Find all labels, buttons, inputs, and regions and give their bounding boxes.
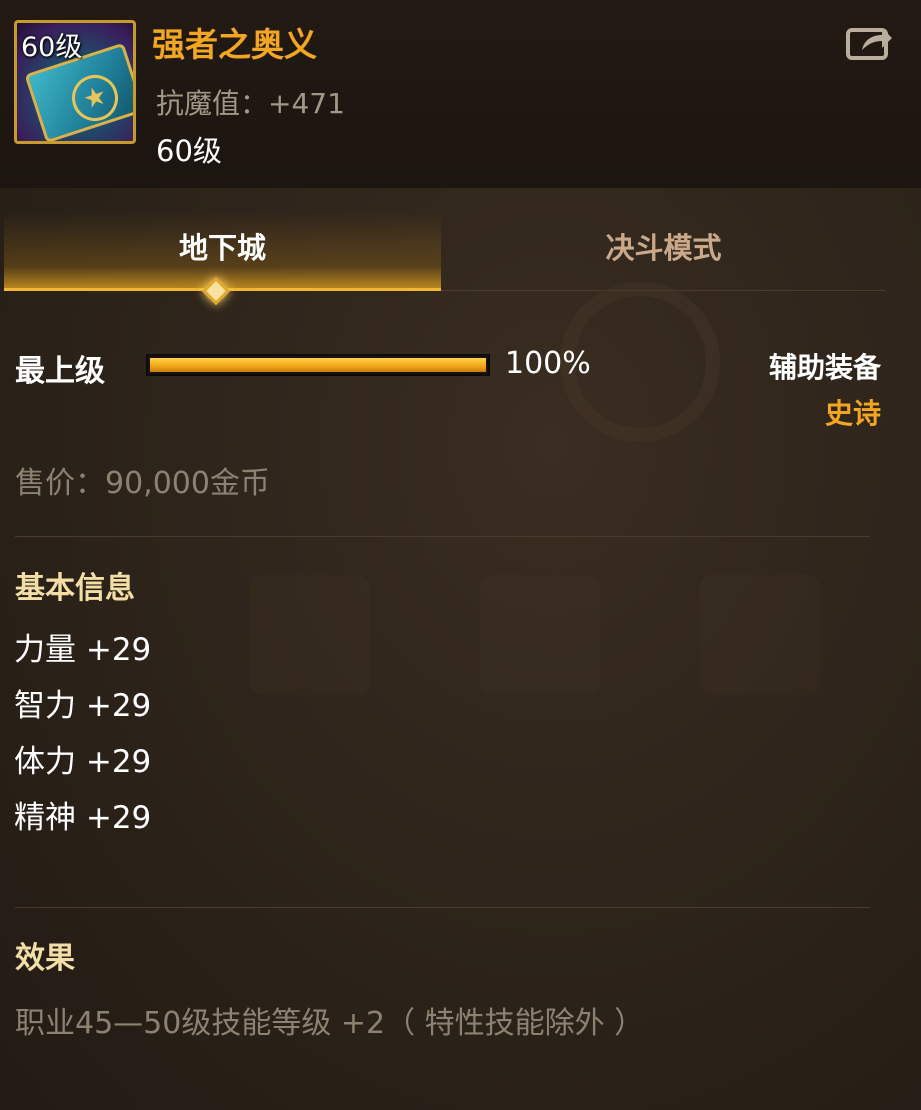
effect-text: 职业45—50级技能等级 +2（ 特性技能除外 ）: [15, 1006, 645, 1041]
item-level: 60级: [156, 134, 222, 168]
grade-label: 最上级: [15, 354, 105, 389]
share-button[interactable]: [846, 22, 894, 62]
item-header: ★ 60级 强者之奥义 抗魔值：+471 60级: [0, 0, 921, 188]
stat-spirit: 精神 +29: [14, 800, 152, 836]
effect-title: 效果: [15, 941, 75, 976]
basic-info-title: 基本信息: [15, 571, 135, 606]
tab-duel-mode[interactable]: 决斗模式: [441, 212, 886, 290]
spellbook-icon: ★ 60级: [14, 20, 136, 144]
tab-dungeon[interactable]: 地下城: [4, 212, 441, 290]
background-glyph: [250, 575, 370, 695]
share-icon: [846, 28, 892, 60]
equip-rarity: 史诗: [824, 397, 881, 430]
equip-type: 辅助装备: [768, 351, 881, 384]
grade-progress-bar: [146, 354, 490, 376]
sell-price: 售价：90,000金币: [15, 466, 270, 501]
background-glyph: [480, 575, 600, 695]
grade-progress-fill: [150, 358, 486, 372]
item-name: 强者之奥义: [152, 25, 317, 64]
stat-strength: 力量 +29: [14, 632, 152, 668]
grade-percent: 100%: [505, 346, 591, 381]
icon-level-badge: 60级: [21, 32, 83, 63]
stat-vitality: 体力 +29: [14, 744, 152, 780]
mode-tabs: 地下城 决斗模式: [4, 212, 886, 306]
section-divider: [15, 536, 870, 537]
background-glyph: [700, 575, 820, 695]
stat-intelligence: 智力 +29: [14, 688, 152, 724]
magic-resist-stat: 抗魔值：+471: [156, 87, 345, 120]
item-tooltip-panel: ★ 60级 强者之奥义 抗魔值：+471 60级 地下城 决斗模式 最上级 10…: [0, 0, 921, 1110]
section-divider: [15, 907, 870, 908]
